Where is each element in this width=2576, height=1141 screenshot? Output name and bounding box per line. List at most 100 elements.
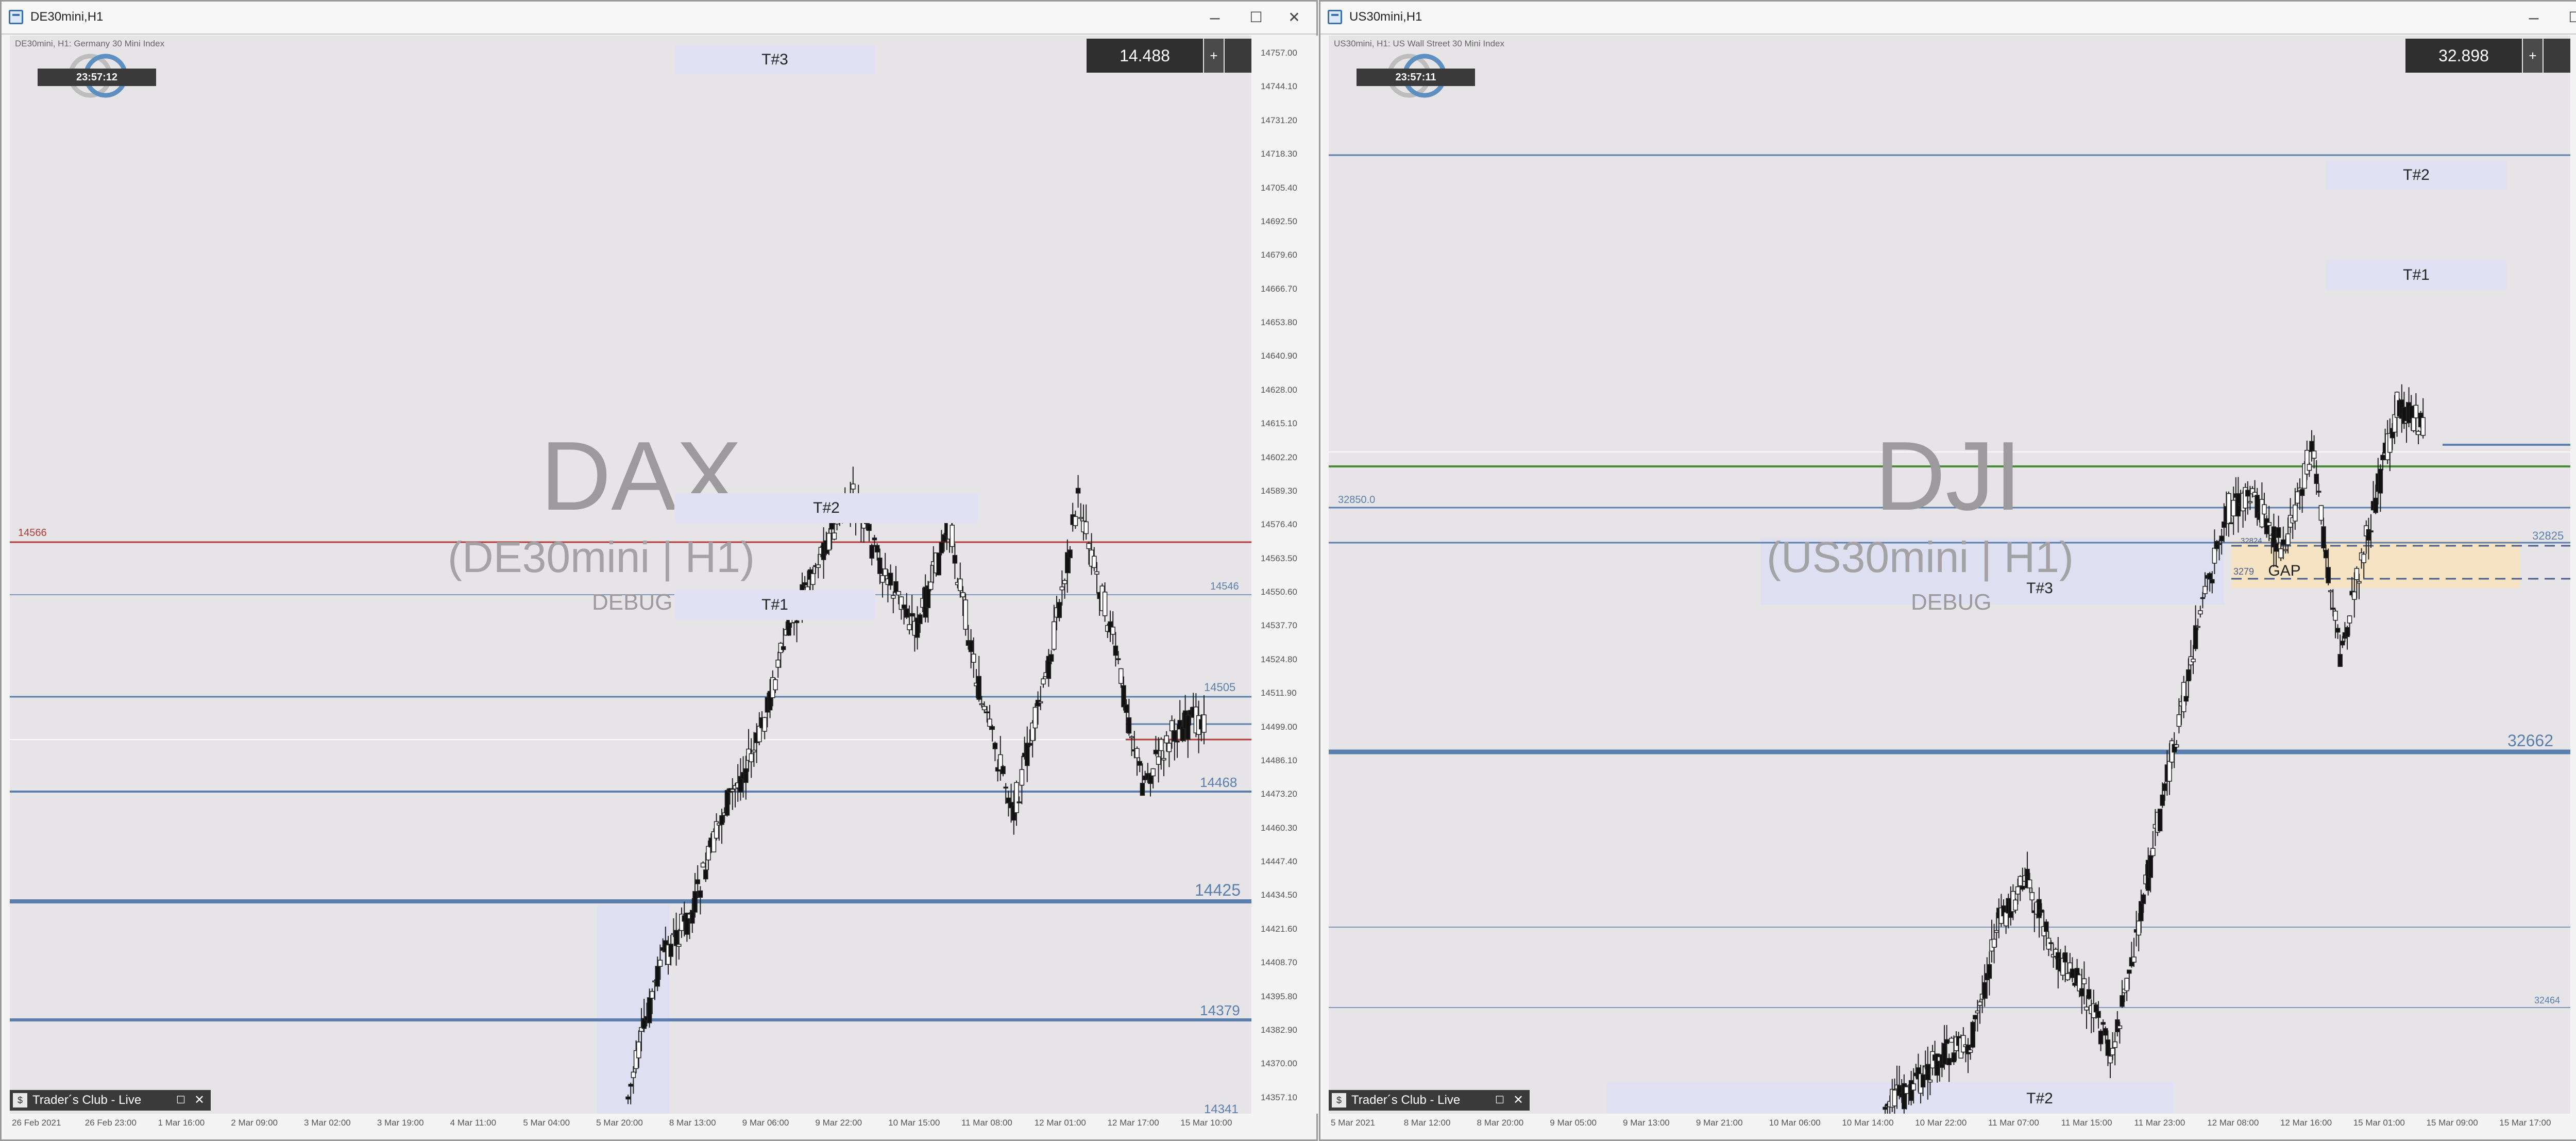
candle-body: [2354, 568, 2360, 580]
minimize-icon[interactable]: –: [2521, 7, 2547, 28]
candle-body: [869, 545, 874, 559]
candle-body: [952, 555, 958, 564]
candle-body: [2216, 543, 2222, 545]
candle-body: [2098, 1030, 2104, 1045]
candle-body: [2193, 625, 2198, 649]
close-icon[interactable]: ✕: [1281, 7, 1307, 28]
candle-body: [2333, 610, 2338, 621]
window-icon: [9, 10, 23, 24]
close-icon[interactable]: ✕: [1509, 1090, 1528, 1111]
dax-titlebar[interactable]: DE30mini,H1 – ☐ ✕: [2, 2, 1316, 35]
dji-plus-button[interactable]: +: [2523, 39, 2543, 73]
candle-body: [650, 991, 655, 999]
candle-body: [2027, 879, 2032, 888]
candle-body: [2174, 744, 2179, 748]
dax-level-14379: 14379: [1200, 1002, 1240, 1018]
candle-body: [1113, 645, 1118, 656]
candle-body: [1991, 938, 1997, 948]
candle-body: [1164, 735, 1169, 744]
candle-body: [963, 599, 968, 630]
x-tick-label: 10 Mar 06:00: [1769, 1118, 1821, 1128]
candle-body: [2039, 909, 2044, 913]
candle-body: [2361, 553, 2366, 563]
candle-body: [851, 483, 856, 490]
candle-body: [990, 726, 995, 730]
dax-plus-button[interactable]: +: [1204, 39, 1224, 73]
y-tick-label: 14460.30: [1261, 823, 1297, 833]
dax-price-axis[interactable]: 14757.00 14744.10 14731.20 14718.30 14705.40…: [1251, 36, 1318, 1114]
maximize-icon[interactable]: ☐: [172, 1090, 190, 1111]
x-tick-label: 10 Mar 15:00: [888, 1118, 940, 1128]
candle-body: [2330, 608, 2336, 610]
candle-body: [1032, 707, 1038, 729]
maximize-icon[interactable]: ☐: [1490, 1090, 1509, 1111]
candle-body: [1949, 1037, 1954, 1043]
candle-body: [1946, 1058, 1952, 1065]
close-icon[interactable]: ✕: [190, 1090, 209, 1111]
candle-body: [958, 578, 963, 591]
x-tick-label: 9 Mar 05:00: [1550, 1118, 1597, 1128]
y-tick-label: 14421.60: [1261, 924, 1297, 934]
candle-body: [1951, 1052, 1957, 1063]
x-tick-label: 15 Mar 17:00: [2499, 1118, 2551, 1128]
candle-body: [2219, 535, 2224, 542]
candle-body: [2293, 505, 2298, 522]
y-tick-label: 14653.80: [1261, 317, 1297, 327]
dji-watermark: DJI: [1875, 422, 2022, 531]
dji-price-box[interactable]: 32.898: [2405, 39, 2522, 73]
candle-body: [2345, 627, 2350, 637]
x-tick-label: 3 Mar 02:00: [304, 1118, 351, 1128]
dji-titlebar[interactable]: US30mini,H1 – ☐ ✕: [1320, 2, 2576, 35]
candle-body: [1067, 549, 1073, 559]
candle-body: [1057, 602, 1062, 618]
candle-body: [773, 679, 778, 691]
candle-body: [2283, 549, 2289, 551]
dax-toggle-button[interactable]: [1225, 39, 1251, 73]
dji-price-axis[interactable]: 33201.0033175.5033150.0033124.5033099.00…: [2570, 36, 2576, 1114]
dax-live-bar[interactable]: $ Trader´s Club - Live ☐ ✕: [10, 1090, 211, 1111]
candle-body: [673, 930, 679, 946]
y-tick-label: 14744.10: [1261, 81, 1297, 92]
dax-price-box[interactable]: 14.488: [1087, 39, 1203, 73]
candle-body: [1961, 1035, 1966, 1053]
dax-clock: 23:57:12: [38, 69, 156, 86]
dax-time-axis[interactable]: 26 Feb 2021 26 Feb 23:00 1 Mar 16:00 2 Mar …: [10, 1114, 1251, 1134]
candle-body: [939, 542, 944, 553]
x-tick-label: 10 Mar 14:00: [1842, 1118, 1894, 1128]
candle-body: [743, 768, 749, 783]
candle-body: [2186, 669, 2191, 681]
y-tick-label: 14640.90: [1261, 351, 1297, 361]
candle-body: [2247, 501, 2253, 504]
dji-time-axis[interactable]: 5 Mar 2021 8 Mar 12:00 8 Mar 20:00 9 Mar 05…: [1329, 1114, 2570, 1134]
candle-body: [1970, 1021, 1975, 1048]
candle-body: [2378, 468, 2383, 494]
dji-level-32850: 32850.0: [1338, 494, 1376, 506]
candle-body: [2162, 783, 2167, 791]
dji-chart-area[interactable]: US30mini, H1: US Wall Street 30 Mini Ind…: [1329, 36, 2570, 1114]
candle-body: [1883, 1106, 1888, 1110]
candle-body: [2093, 1004, 2099, 1013]
candle-body: [880, 575, 885, 583]
candle-body: [703, 869, 708, 880]
maximize-icon[interactable]: ☐: [1243, 7, 1269, 28]
dji-level-3279: 3279: [2233, 566, 2255, 577]
candle-body: [2079, 988, 2084, 997]
dax-chart-area[interactable]: DE30mini, H1: Germany 30 Mini Index 23:5…: [10, 36, 1251, 1114]
dji-toggle-button[interactable]: [2544, 39, 2570, 73]
candle-body: [891, 595, 896, 599]
dax-window: DE30mini,H1 – ☐ ✕ DE30mini, H1: Germany …: [0, 0, 1318, 1141]
minimize-icon[interactable]: –: [1202, 7, 1228, 28]
candle-body: [2018, 876, 2023, 886]
candle-body: [775, 659, 781, 668]
candle-body: [2380, 455, 2385, 461]
x-tick-label: 11 Mar 07:00: [1988, 1118, 2039, 1128]
dax-target-t2: T#2: [674, 493, 978, 523]
x-tick-label: 9 Mar 13:00: [1623, 1118, 1670, 1128]
dji-live-bar[interactable]: $ Trader´s Club - Live ☐ ✕: [1329, 1090, 1530, 1111]
candle-body: [872, 538, 877, 541]
candle-body: [2127, 969, 2132, 974]
maximize-icon[interactable]: ☐: [2562, 7, 2576, 28]
candle-body: [2003, 912, 2009, 927]
y-tick-label: 14499.00: [1261, 721, 1297, 732]
candle-body: [657, 960, 663, 967]
